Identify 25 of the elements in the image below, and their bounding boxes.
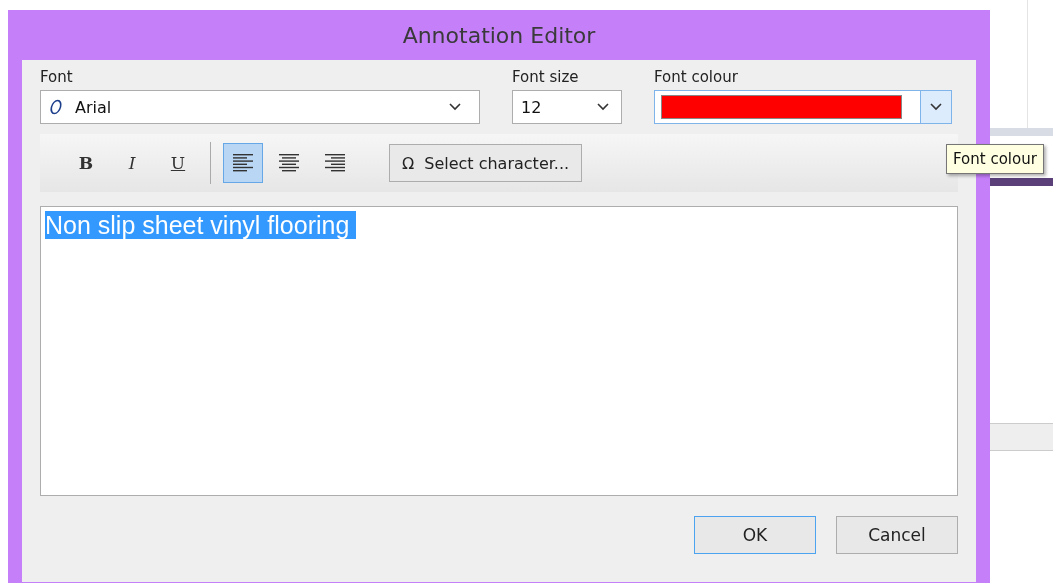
align-center-icon — [278, 153, 300, 173]
window-title: Annotation Editor — [402, 22, 596, 48]
window-strip — [990, 178, 1053, 186]
field-label: Font size — [512, 68, 580, 88]
colour-dropdown[interactable] — [654, 90, 952, 124]
tooltip: Font colour — [946, 144, 1044, 174]
font-type-icon — [49, 99, 63, 115]
bold-button[interactable]: B — [66, 143, 106, 183]
annotation-text: Non slip sheet vinyl flooring — [45, 211, 357, 239]
select-character-button[interactable]: Ω Select character... — [389, 144, 583, 182]
ok-button[interactable]: OK — [694, 516, 816, 554]
align-left-icon — [232, 153, 254, 173]
chevron-down-icon — [597, 103, 609, 111]
align-right-icon — [324, 153, 346, 173]
field-label: Font colour — [654, 68, 739, 88]
font-dropdown[interactable]: Arial — [40, 90, 480, 124]
font-size-dropdown[interactable]: 12 — [512, 90, 622, 124]
underline-button[interactable]: U — [158, 143, 198, 183]
status-band — [990, 423, 1053, 451]
cancel-button[interactable]: Cancel — [836, 516, 958, 554]
field-label: Font — [40, 68, 74, 88]
chevron-down-icon — [449, 103, 461, 111]
align-left-button[interactable] — [223, 143, 263, 183]
italic-button[interactable]: I — [112, 143, 152, 183]
chevron-down-icon — [930, 103, 942, 111]
